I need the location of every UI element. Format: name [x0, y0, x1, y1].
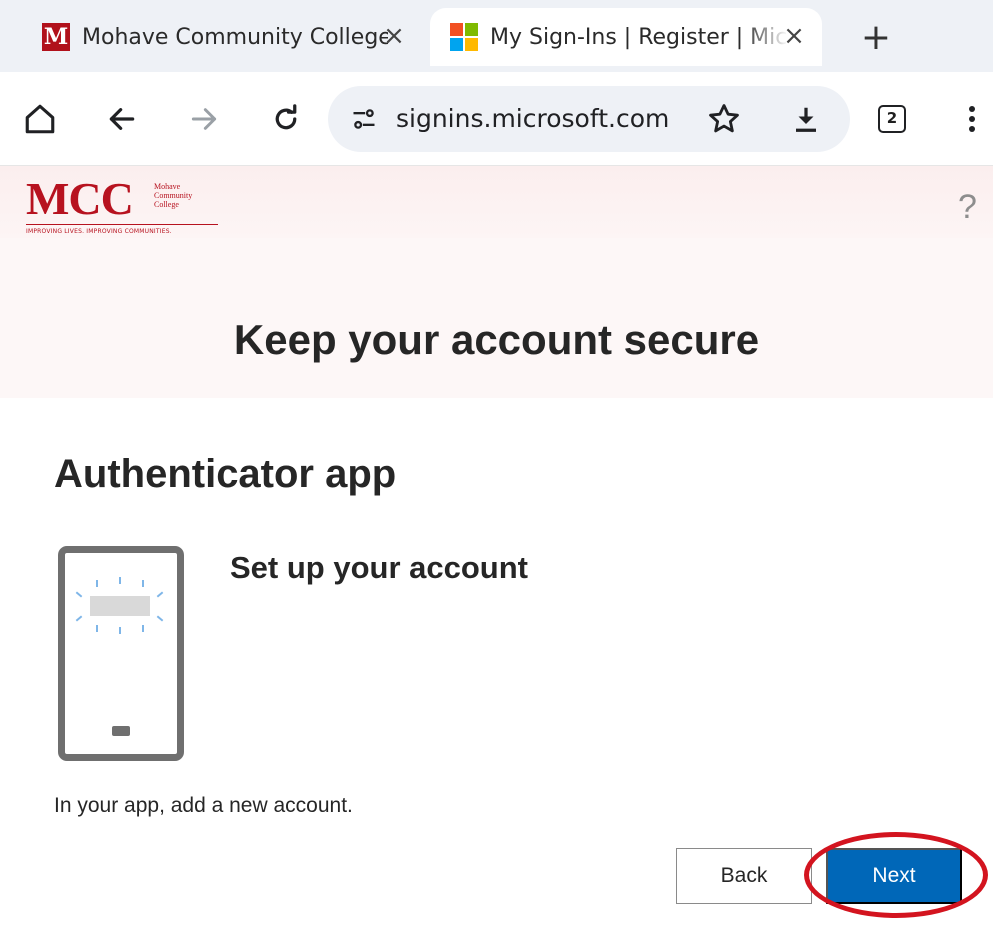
logo-name-line: College — [154, 200, 179, 209]
glow-ray — [142, 580, 144, 587]
home-icon[interactable] — [20, 99, 60, 139]
page-title: Keep your account secure — [233, 316, 760, 363]
close-tab-icon[interactable]: × — [380, 22, 408, 50]
glow-ray — [75, 615, 83, 622]
section-title: Authenticator app — [54, 452, 397, 496]
help-icon[interactable]: ? — [958, 188, 977, 227]
mcc-logo: MCC Mohave Community College IMPROVING L… — [26, 176, 226, 236]
logo-name-line: Community — [154, 191, 193, 200]
glow-ray — [156, 591, 164, 598]
phone-illustration-icon — [58, 546, 184, 761]
glow-ray — [119, 627, 121, 634]
glow-ray — [96, 580, 98, 587]
new-tab-plus-icon[interactable]: + — [856, 18, 896, 58]
phone-home-button — [112, 726, 130, 736]
bookmark-star-icon[interactable] — [704, 99, 744, 139]
next-button[interactable]: Next — [826, 848, 962, 904]
logo-college-name: Mohave Community College — [154, 182, 214, 209]
tab-title: Mohave Community College — [82, 24, 388, 50]
instruction-text: In your app, add a new account. — [54, 794, 353, 817]
tab-mohave-community-college[interactable]: M Mohave Community College × — [22, 8, 422, 66]
glow-ray — [142, 625, 144, 632]
mcc-favicon-icon: M — [42, 23, 70, 51]
logo-tagline: IMPROVING LIVES. IMPROVING COMMUNITIES. — [26, 228, 172, 235]
more-menu-icon[interactable] — [952, 99, 992, 139]
step-title: Set up your account — [230, 550, 528, 585]
tab-switcher-button[interactable]: 2 — [872, 99, 912, 139]
setup-card: Authenticator app Set up your account In… — [14, 400, 993, 925]
glow-ray — [75, 591, 83, 598]
download-icon[interactable] — [786, 99, 826, 139]
close-tab-icon[interactable]: × — [780, 22, 808, 50]
forward-arrow-icon[interactable] — [184, 99, 224, 139]
back-arrow-icon[interactable] — [102, 99, 142, 139]
glow-ray — [96, 625, 98, 632]
site-settings-tune-icon[interactable] — [350, 105, 378, 137]
phone-screen-bar — [90, 596, 150, 616]
browser-tab-strip: M Mohave Community College × My Sign-Ins… — [0, 0, 993, 72]
url-text[interactable]: signins.microsoft.com — [396, 104, 669, 133]
address-bar[interactable]: signins.microsoft.com — [328, 86, 850, 152]
logo-divider — [26, 224, 218, 225]
microsoft-favicon-icon — [450, 23, 478, 51]
tab-my-sign-ins[interactable]: My Sign-Ins | Register | Microsoft × — [430, 8, 822, 66]
browser-toolbar: signins.microsoft.com 2 — [0, 72, 993, 166]
glow-ray — [119, 577, 121, 584]
back-button[interactable]: Back — [676, 848, 812, 904]
logo-name-line: Mohave — [154, 182, 181, 191]
tab-title: My Sign-Ins | Register | Microsoft — [490, 24, 788, 50]
glow-ray — [156, 615, 164, 622]
logo-text: MCC — [26, 173, 134, 224]
page-header: MCC Mohave Community College IMPROVING L… — [0, 166, 993, 238]
reload-icon[interactable] — [266, 99, 306, 139]
tab-count-badge: 2 — [878, 105, 906, 133]
